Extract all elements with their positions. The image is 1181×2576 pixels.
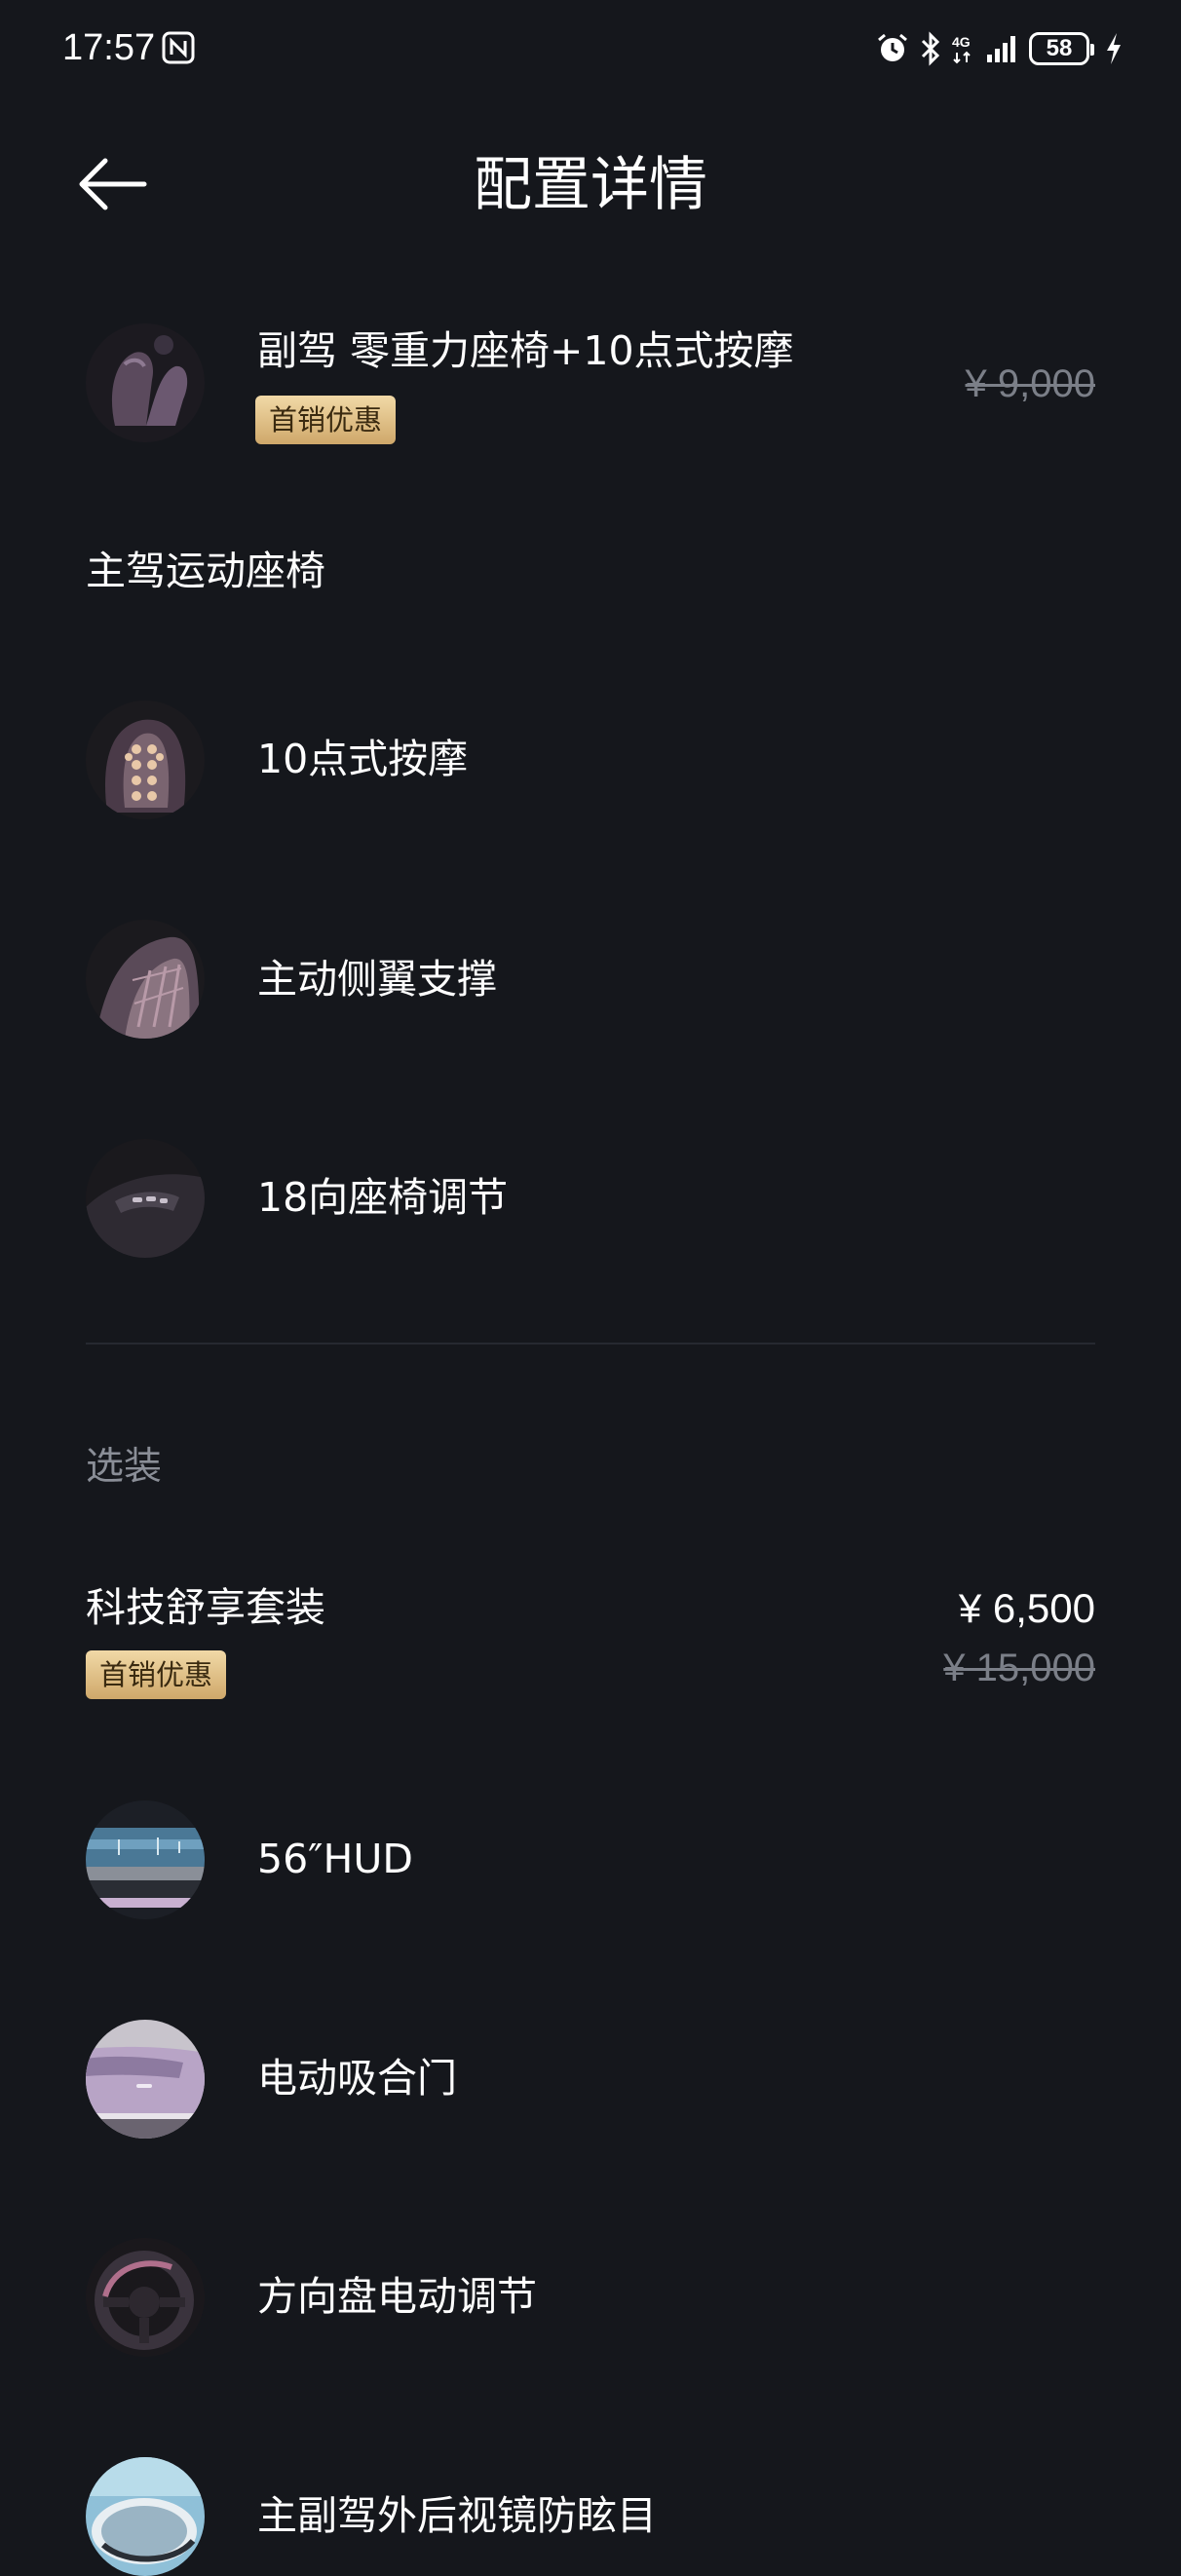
passenger-seat-label: 副驾 零重力座椅+10点式按摩 (257, 327, 794, 374)
list-item-label: 电动吸合门 (257, 2055, 457, 2102)
status-time: 17:57 (62, 27, 156, 68)
package-price: ¥ 6,500 (958, 1585, 1095, 1631)
list-item-label: 方向盘电动调节 (257, 2273, 537, 2320)
charging-icon (1105, 31, 1123, 66)
status-bar: 17:57 4G 58 (0, 0, 1181, 97)
first-sale-badge: 首销优惠 (86, 1650, 227, 1699)
list-item-label: 主副驾外后视镜防眩目 (257, 2492, 657, 2539)
signal-icon (986, 31, 1019, 66)
soft-close-door-thumbnail (86, 2020, 205, 2139)
options-section-title: 选装 (86, 1445, 163, 1489)
4g-icon: 4G (951, 31, 976, 66)
seat-adjustment-thumbnail (86, 1139, 205, 1258)
package-name: 科技舒享套装 (86, 1584, 325, 1631)
steering-wheel-thumbnail (86, 2238, 205, 2357)
alarm-icon (875, 31, 910, 66)
first-sale-badge: 首销优惠 (255, 396, 397, 444)
hud-thumbnail (86, 1800, 205, 1919)
mirror-thumbnail (86, 2457, 205, 2576)
passenger-seat-thumbnail (86, 323, 205, 442)
nfc-icon (162, 31, 195, 64)
list-item-label: 10点式按摩 (257, 736, 469, 782)
list-item-label: 56″HUD (257, 1836, 413, 1882)
svg-text:4G: 4G (952, 34, 971, 50)
massage-thumbnail (86, 701, 205, 819)
side-bolster-thumbnail (86, 920, 205, 1039)
driver-seat-section-title: 主驾运动座椅 (86, 548, 325, 594)
passenger-seat-original-price: ¥ 9,000 (965, 362, 1095, 405)
list-item-label: 18向座椅调节 (257, 1174, 509, 1221)
package-original-price: ¥ 15,000 (943, 1647, 1095, 1689)
list-item-label: 主动侧翼支撑 (257, 956, 497, 1003)
page-title: 配置详情 (474, 151, 707, 219)
bluetooth-icon (920, 31, 941, 66)
divider (86, 1343, 1095, 1345)
battery-icon: 58 (1029, 32, 1094, 65)
status-icons: 4G 58 (875, 27, 1123, 70)
